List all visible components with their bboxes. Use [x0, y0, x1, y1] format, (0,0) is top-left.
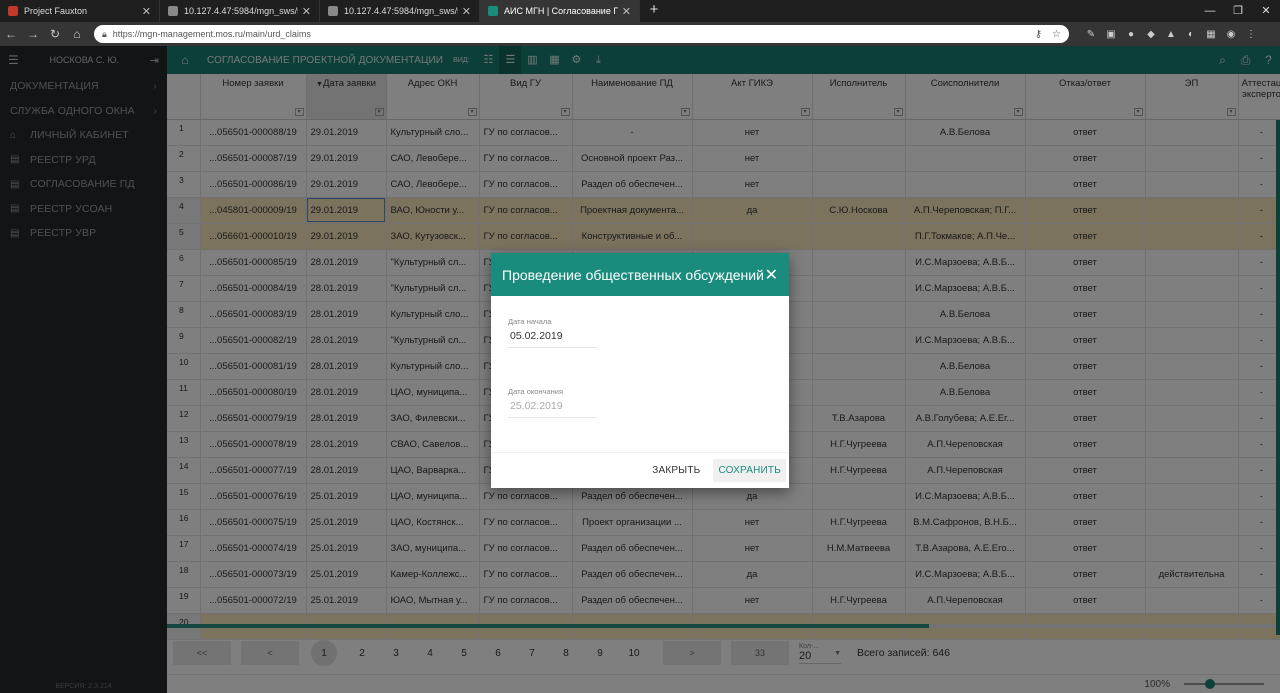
lock-icon: 🔒︎ — [102, 28, 107, 39]
avatar[interactable]: ◉ — [1221, 29, 1241, 40]
extension-icon[interactable]: ◆ — [1141, 29, 1161, 40]
start-date-input[interactable]: 05.02.2019 — [508, 326, 597, 348]
forward-arrow-icon[interactable]: → — [22, 27, 44, 41]
browser-tab-active[interactable]: АИС МГН | Согласование ПД ✕ — [480, 0, 640, 22]
extensions: ✎ ▣ ● ◆ ▲ ◐ ▦ ◉ ⋮ — [1081, 29, 1261, 40]
minimize-icon[interactable]: — — [1196, 0, 1224, 22]
close-icon[interactable]: ✕ — [765, 265, 778, 285]
browser-tab[interactable]: 10.127.4.47:5984/mgn_sws/57e0 ✕ — [160, 0, 320, 22]
key-icon[interactable]: ⚷ — [1035, 29, 1042, 40]
extension-icon[interactable]: ✎ — [1081, 29, 1101, 40]
save-button[interactable]: СОХРАНИТЬ — [713, 459, 786, 482]
close-window-icon[interactable]: ✕ — [1252, 0, 1280, 22]
extension-icon[interactable]: ◐ — [1181, 29, 1201, 40]
public-discussion-dialog: Проведение общественных обсуждений ✕ Дат… — [491, 253, 789, 488]
dialog-header: Проведение общественных обсуждений ✕ — [491, 253, 789, 296]
restore-icon[interactable]: ❐ — [1224, 0, 1252, 22]
close-tab-icon[interactable]: ✕ — [302, 5, 311, 18]
browser-tab[interactable]: Project Fauxton ✕ — [0, 0, 160, 22]
tab-title: Project Fauxton — [24, 6, 88, 16]
extension-icon[interactable]: ● — [1121, 29, 1141, 40]
new-tab-button[interactable]: + — [644, 1, 664, 21]
tab-title: АИС МГН | Согласование ПД — [504, 6, 618, 16]
address-bar[interactable]: 🔒︎ https://mgn-management.mos.ru/main/ur… — [94, 25, 1069, 43]
end-date-label: Дата окончания — [508, 387, 564, 396]
end-date-field[interactable]: Дата окончания 25.02.2019 — [508, 387, 597, 418]
dialog-footer: ЗАКРЫТЬ СОХРАНИТЬ — [491, 452, 789, 488]
end-date-input[interactable]: 25.02.2019 — [508, 396, 597, 418]
reload-icon[interactable]: ↻ — [44, 27, 66, 41]
close-tab-icon[interactable]: ✕ — [622, 5, 631, 18]
start-date-label: Дата начала — [508, 317, 552, 326]
close-tab-icon[interactable]: ✕ — [462, 5, 471, 18]
couchdb-favicon-icon — [8, 6, 18, 16]
ais-mgn-favicon-icon — [488, 6, 498, 16]
browser-tabbar: Project Fauxton ✕ 10.127.4.47:5984/mgn_s… — [0, 0, 1280, 22]
close-tab-icon[interactable]: ✕ — [142, 5, 151, 18]
menu-dots-icon[interactable]: ⋮ — [1241, 29, 1261, 40]
page-favicon-icon — [168, 6, 178, 16]
extension-icon[interactable]: ▦ — [1201, 29, 1221, 40]
dialog-title: Проведение общественных обсуждений — [502, 266, 764, 283]
star-icon[interactable]: ☆ — [1052, 29, 1061, 40]
home-browser-icon[interactable]: ⌂ — [66, 27, 88, 41]
extension-icon[interactable]: ▣ — [1101, 29, 1121, 40]
close-button[interactable]: ЗАКРЫТЬ — [647, 459, 705, 482]
tab-title: 10.127.4.47:5984/mgn_sws/57e0 — [184, 6, 298, 16]
page-favicon-icon — [328, 6, 338, 16]
tab-title: 10.127.4.47:5984/mgn_sws/57e0 — [344, 6, 458, 16]
extension-icon[interactable]: ▲ — [1161, 29, 1181, 40]
window-controls: — ❐ ✕ — [1196, 0, 1280, 22]
browser-toolbar: ← → ↻ ⌂ 🔒︎ https://mgn-management.mos.ru… — [0, 22, 1280, 46]
start-date-field[interactable]: Дата начала 05.02.2019 — [508, 317, 597, 348]
back-arrow-icon[interactable]: ← — [0, 27, 22, 41]
url-text: https://mgn-management.mos.ru/main/urd_c… — [112, 29, 311, 39]
browser-tab[interactable]: 10.127.4.47:5984/mgn_sws/57e0 ✕ — [320, 0, 480, 22]
